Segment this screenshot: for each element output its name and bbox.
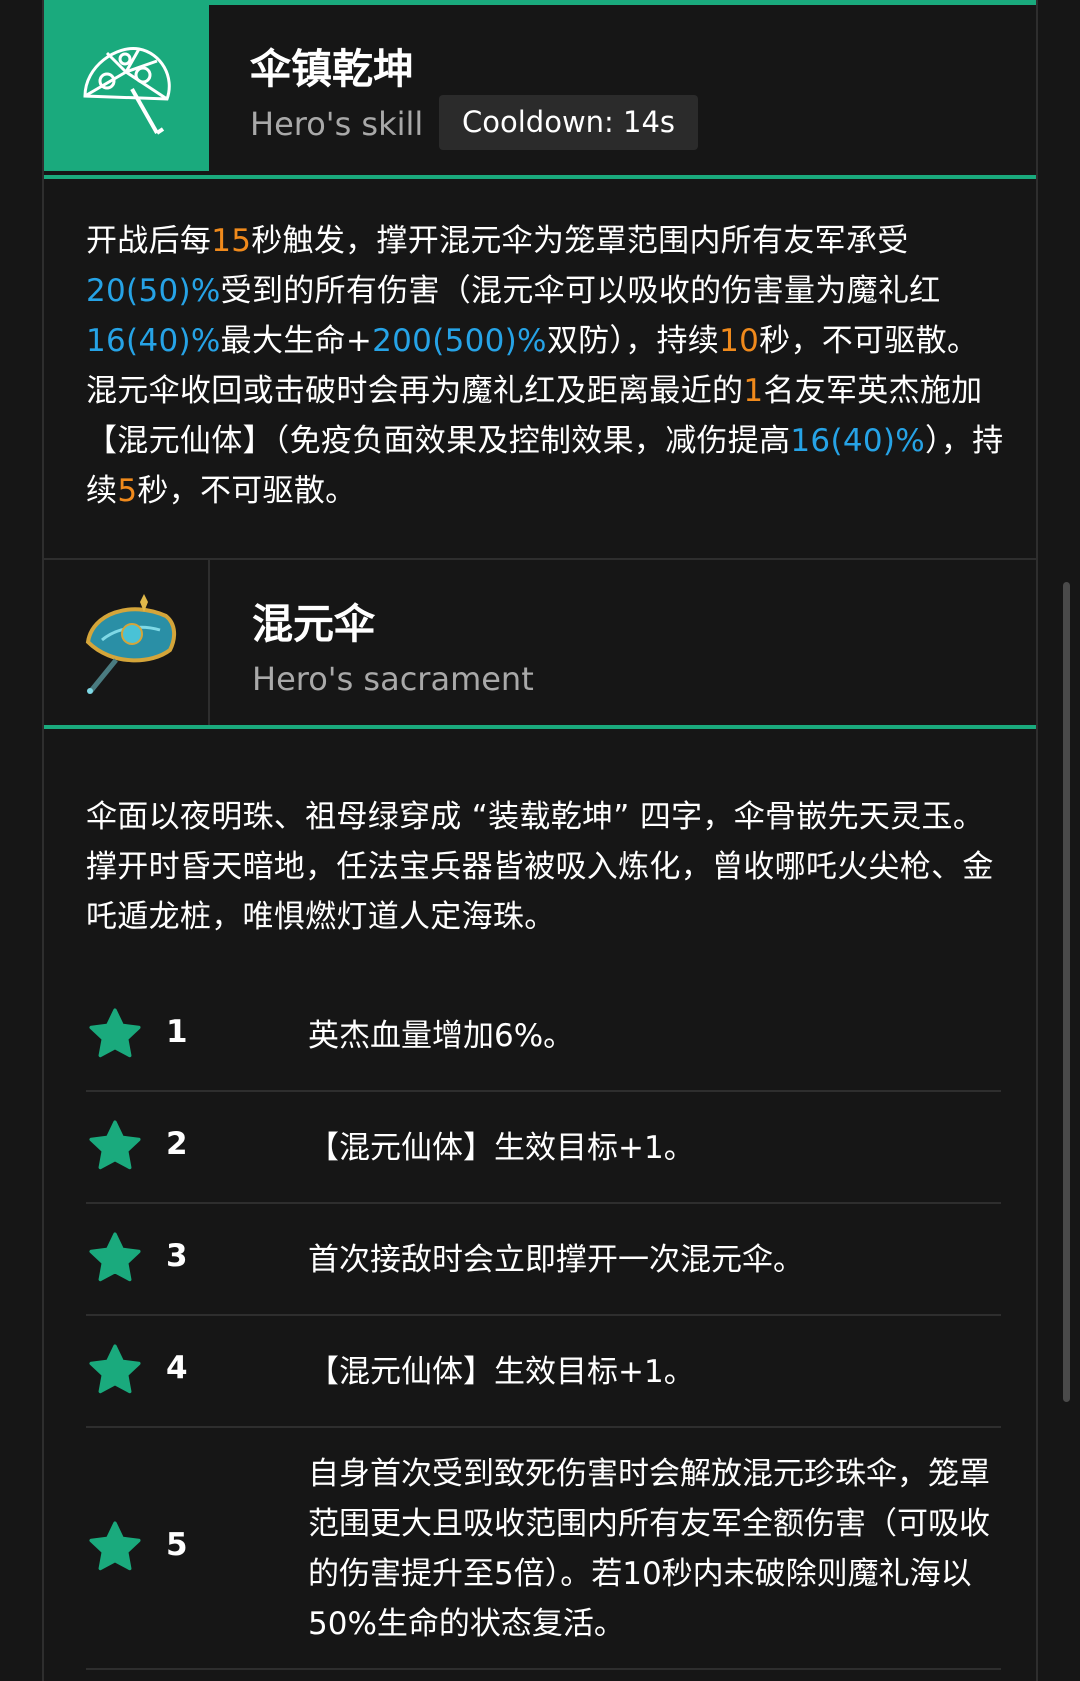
highlighted-value: 5 [117,473,138,509]
skill-description: 开战后每15秒触发，撑开混元伞为笼罩范围内所有友军承受20(50)%受到的所有伤… [86,216,1006,516]
umbrella-icon [83,47,171,135]
star-row: 1 英杰血量增加6%。 [86,980,1001,1092]
skill-type-label: Hero's skill [250,105,424,143]
skill-header: 伞镇乾坤 Hero's skill Cooldown: 14s [44,5,1036,179]
star-effect-text: 【混元仙体】生效目标+1。 [308,1354,695,1390]
star-row: 2 【混元仙体】生效目标+1。 [86,1092,1001,1204]
sacrament-icon-cell [44,560,210,725]
skill-title: 伞镇乾坤 [250,45,414,93]
star-icon [89,1521,141,1571]
highlighted-value: 16(40)% [790,423,926,459]
highlighted-value: 16(40)% [86,323,221,359]
description-text: 双防），持续 [546,323,720,359]
star-effect-text: 自身首次受到致死伤害时会解放混元珍珠伞，笼罩范围更大且吸收范围内所有友军全额伤害… [308,1456,990,1642]
hero-detail-panel: 伞镇乾坤 Hero's skill Cooldown: 14s 开战后每15秒触… [42,0,1038,1681]
star-icon [89,1344,141,1394]
scrollbar[interactable] [1063,582,1070,1402]
skill-icon-tile [44,5,209,171]
description-text: 秒，不可驱散。 [137,473,357,509]
star-level: 1 [166,1014,188,1050]
sacrament-type-label: Hero's sacrament [252,660,534,698]
jeweled-umbrella-icon [85,594,177,694]
star-effect-text: 英杰血量增加6%。 [308,1018,575,1054]
star-row: 4 【混元仙体】生效目标+1。 [86,1316,1001,1428]
highlighted-value: 15 [211,223,252,259]
star-level: 2 [166,1126,188,1162]
highlighted-value: 1 [743,373,764,409]
highlighted-value: 200(500)% [372,323,547,359]
highlighted-value: 20(50)% [86,273,221,309]
star-effect-text: 首次接敌时会立即撑开一次混元伞。 [308,1242,804,1278]
sacrament-header-divider [44,725,1036,729]
skill-header-divider [44,175,1036,179]
description-text: 开战后每 [86,223,212,259]
star-icon [89,1120,141,1170]
star-row: 5 自身首次受到致死伤害时会解放混元珍珠伞，笼罩范围更大且吸收范围内所有友军全额伤… [86,1428,1001,1670]
cooldown-badge: Cooldown: 14s [439,95,699,150]
star-effect-text: 【混元仙体】生效目标+1。 [308,1130,695,1166]
sacrament-description: 伞面以夜明珠、祖母绿穿成 “装载乾坤” 四字，伞骨嵌先天灵玉。撑开时昏天暗地，任… [86,799,994,935]
star-level: 5 [166,1527,188,1563]
star-icon [89,1232,141,1282]
highlighted-value: 10 [719,323,760,359]
sacrament-title: 混元伞 [252,600,375,648]
description-text: 受到的所有伤害（混元伞可以吸收的伤害量为魔礼红 [220,273,941,309]
description-text: 秒触发，撑开混元伞为笼罩范围内所有友军承受 [251,223,909,259]
sacrament-header: 混元伞 Hero's sacrament [44,560,1036,729]
star-level: 4 [166,1350,188,1386]
star-upgrade-list: 1 英杰血量增加6%。 2 【混元仙体】生效目标+1。 3 首次接敌时会立即撑开一次混元伞… [86,980,1001,1670]
star-icon [89,1008,141,1058]
description-text: 最大生命+ [220,323,373,359]
star-level: 3 [166,1238,188,1274]
star-row: 3 首次接敌时会立即撑开一次混元伞。 [86,1204,1001,1316]
